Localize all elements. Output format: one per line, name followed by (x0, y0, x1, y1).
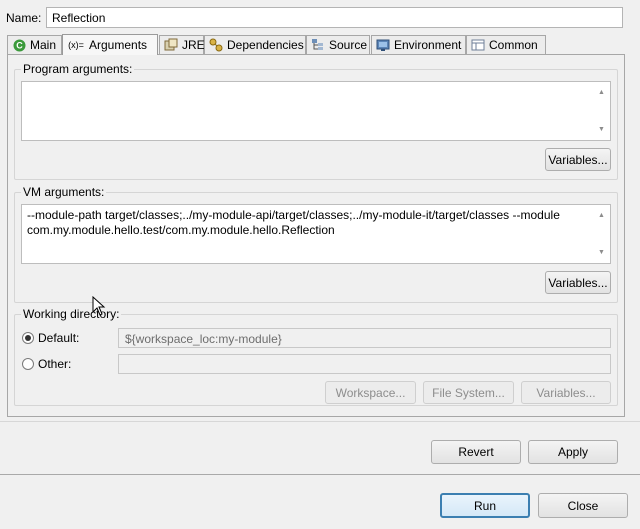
scroll-up-icon[interactable]: ▲ (598, 85, 605, 100)
tab-arguments[interactable]: (x)= Arguments (62, 34, 158, 55)
program-variables-button[interactable]: Variables... (545, 148, 611, 171)
tab-environment[interactable]: Environment (371, 35, 466, 54)
dependencies-icon (209, 38, 223, 52)
tab-label: Common (489, 38, 538, 52)
program-arguments-label: Program arguments: (21, 62, 135, 76)
source-icon (311, 38, 325, 52)
apply-button[interactable]: Apply (528, 440, 618, 464)
tab-label: Dependencies (227, 38, 304, 52)
workspace-button[interactable]: Workspace... (325, 381, 416, 404)
jre-icon (164, 38, 178, 52)
radio-selected-dot (25, 335, 31, 341)
program-arguments-textarea[interactable]: ▲ ▼ (21, 81, 611, 141)
tab-label: Main (30, 38, 57, 52)
close-button[interactable]: Close (538, 493, 628, 518)
vm-arguments-text: --module-path target/classes;../my-modul… (27, 208, 560, 237)
working-directory-label: Working directory: (21, 307, 122, 321)
tab-source[interactable]: Source (306, 35, 370, 54)
working-variables-button[interactable]: Variables... (521, 381, 611, 404)
name-field[interactable] (46, 7, 623, 28)
tab-label: Source (329, 38, 368, 52)
tab-label: Environment (394, 38, 462, 52)
tab-label: JRE (182, 38, 205, 52)
tab-common[interactable]: Common (466, 35, 546, 54)
name-label: Name: (6, 11, 42, 25)
other-radio-row[interactable]: Other: (22, 357, 71, 371)
program-arguments-group: Program arguments: ▲ ▼ Variables... (14, 62, 618, 180)
default-radio[interactable] (22, 332, 34, 344)
vm-arguments-textarea[interactable]: --module-path target/classes;../my-modul… (21, 204, 611, 264)
run-button[interactable]: Run (440, 493, 530, 518)
other-radio[interactable] (22, 358, 34, 370)
tab-jre[interactable]: JRE (159, 35, 205, 54)
vm-arguments-group: VM arguments: --module-path target/class… (14, 185, 618, 303)
vm-variables-button[interactable]: Variables... (545, 271, 611, 294)
file-system-button[interactable]: File System... (423, 381, 514, 404)
environment-icon (376, 38, 390, 52)
tab-dependencies[interactable]: Dependencies (204, 35, 306, 54)
svg-text:C: C (16, 40, 23, 50)
arguments-tab-panel: Program arguments: ▲ ▼ Variables... VM a… (7, 54, 625, 417)
other-radio-label: Other: (38, 357, 72, 371)
vm-arguments-scrollbar[interactable]: ▲ ▼ (593, 205, 610, 263)
default-directory-field: ${workspace_loc:my-module} (118, 328, 611, 348)
common-icon (471, 38, 485, 52)
tab-main[interactable]: C Main (7, 35, 62, 54)
vm-arguments-label: VM arguments: (21, 185, 107, 199)
mouse-cursor-icon (92, 296, 106, 316)
scroll-down-icon[interactable]: ▼ (598, 122, 605, 137)
default-radio-label: Default: (38, 331, 80, 345)
program-arguments-scrollbar[interactable]: ▲ ▼ (593, 82, 610, 140)
arguments-icon: (x)= (68, 39, 84, 50)
revert-button[interactable]: Revert (431, 440, 521, 464)
main-class-icon: C (12, 38, 26, 52)
other-directory-field (118, 354, 611, 374)
scroll-up-icon[interactable]: ▲ (598, 208, 605, 223)
tab-label: Arguments (89, 38, 148, 52)
working-directory-group: Working directory: Default: ${workspace_… (14, 307, 618, 406)
scroll-down-icon[interactable]: ▼ (598, 245, 605, 260)
default-radio-row[interactable]: Default: (22, 331, 79, 345)
